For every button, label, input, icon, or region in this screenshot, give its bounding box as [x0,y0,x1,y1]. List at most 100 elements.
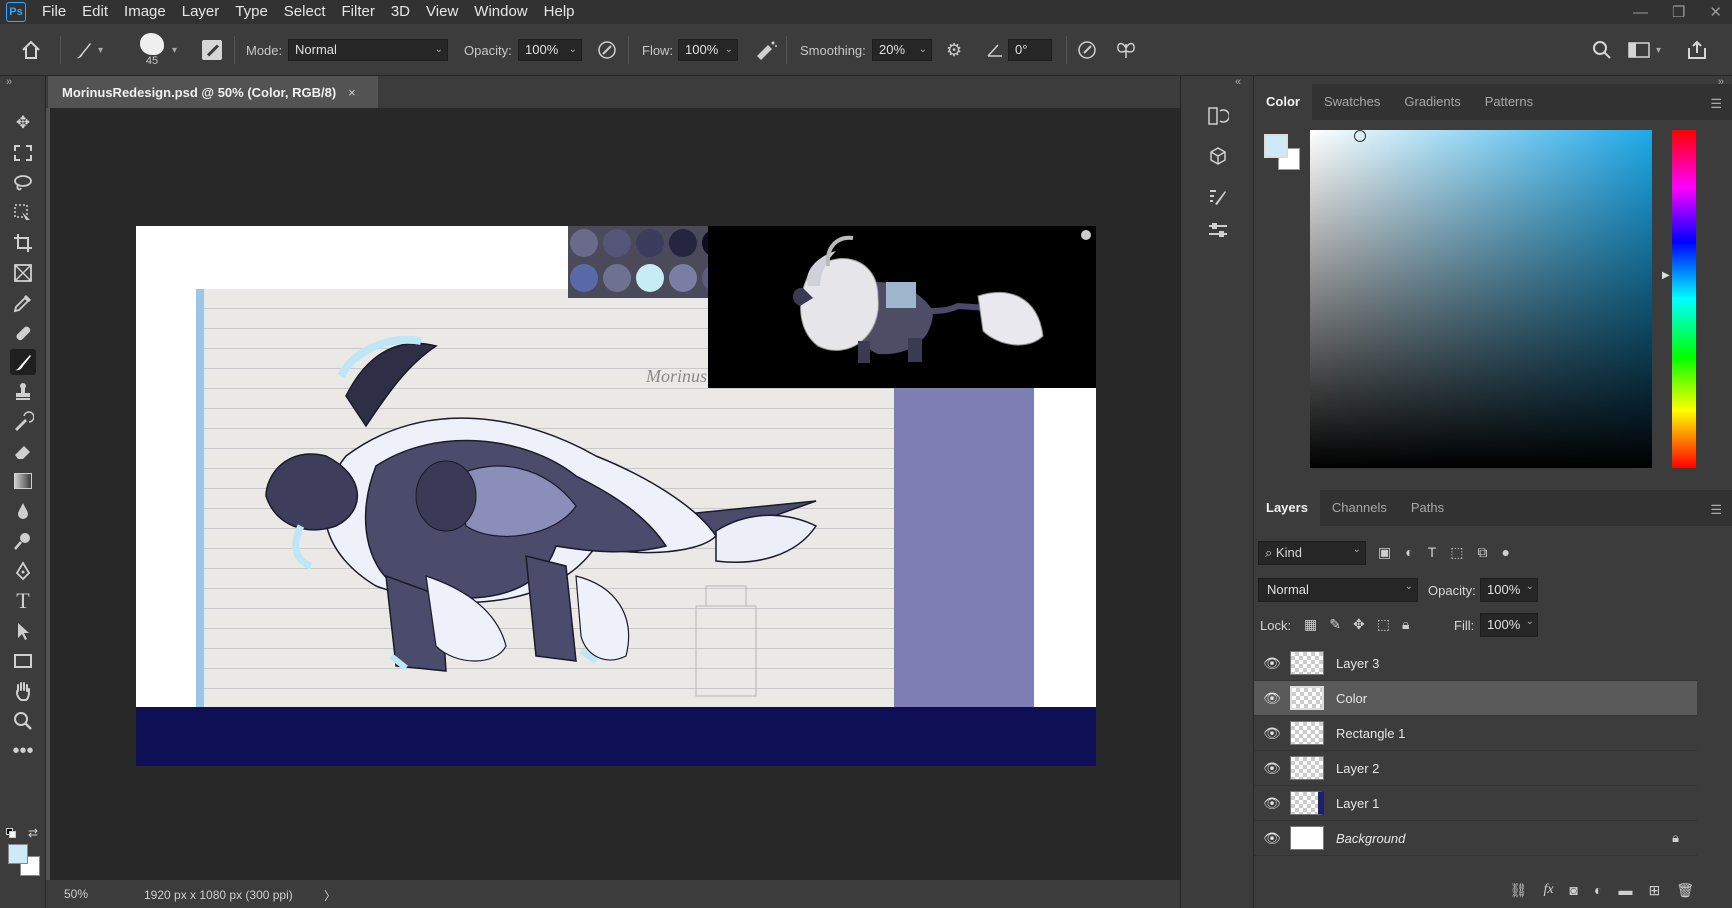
zoom-level[interactable]: 50% [64,887,88,901]
lock-transparency-icon[interactable]: ▦ [1304,616,1317,633]
panel-menu-icon[interactable]: ☰ [1710,96,1722,112]
healing-brush-tool[interactable] [10,320,36,346]
tab-color[interactable]: Color [1254,84,1312,120]
fill-field[interactable]: 100% ⌄ [1480,613,1538,637]
search-button[interactable] [1592,24,1612,76]
pixel-filter-icon[interactable]: ▣ [1378,544,1391,561]
brush-tool[interactable] [10,349,36,375]
shape-filter-icon[interactable]: ⬚ [1450,544,1463,561]
menu-window[interactable]: Window [466,0,535,24]
menu-layer[interactable]: Layer [174,0,228,24]
menu-view[interactable]: View [418,0,466,24]
chevron-down-icon[interactable]: ▾ [172,24,177,76]
angle-field[interactable]: 0° [1008,39,1052,61]
menu-type[interactable]: Type [227,0,276,24]
menu-filter[interactable]: Filter [334,0,383,24]
visibility-eye-icon[interactable]: 👁︎ [1254,795,1290,812]
workspace-switcher[interactable]: ▾ [1628,24,1661,76]
panel-menu-icon[interactable]: ☰ [1710,502,1722,518]
close-tab-icon[interactable]: × [348,85,356,100]
document-tab[interactable]: MorinusRedesign.psd @ 50% (Color, RGB/8)… [48,76,378,108]
tab-layers[interactable]: Layers [1254,490,1320,526]
tab-patterns[interactable]: Patterns [1473,84,1545,120]
eraser-tool[interactable] [10,438,36,464]
lock-pixels-icon[interactable]: ✎ [1329,616,1341,633]
share-button[interactable] [1686,24,1708,76]
smart-object-filter-icon[interactable]: ⧉ [1478,544,1488,561]
collapse-icon[interactable]: » [6,76,12,88]
trash-icon[interactable]: 🗑︎ [1676,882,1694,899]
menu-image[interactable]: Image [116,0,174,24]
minimize-icon[interactable]: — [1633,4,1648,21]
color-picker-swatches[interactable] [8,844,42,878]
hue-slider-handle[interactable]: ▶ [1662,270,1670,281]
mode-select[interactable]: Normal ⌄ [288,39,448,61]
marquee-tool[interactable] [10,140,36,166]
smoothing-field[interactable]: 20% ⌄ [872,39,932,61]
hand-tool[interactable] [10,678,36,704]
move-tool[interactable]: ✥ [10,110,36,136]
adjustment-layer-icon[interactable]: ◐ [1594,882,1602,898]
flow-field[interactable]: 100% ⌄ [678,39,738,61]
new-layer-icon[interactable]: ⊞ [1648,882,1660,899]
filter-toggle-icon[interactable]: ● [1502,544,1510,561]
collapse-icon[interactable]: « [1235,76,1241,88]
home-button[interactable] [20,24,42,76]
menu-edit[interactable]: Edit [74,0,116,24]
brush-settings-button[interactable] [202,24,222,76]
default-colors-icon[interactable] [6,828,16,838]
object-selection-tool[interactable] [10,200,36,226]
tab-paths[interactable]: Paths [1399,490,1456,526]
add-mask-icon[interactable]: ◙ [1570,882,1578,898]
gradient-tool[interactable] [10,468,36,494]
swap-colors-icon[interactable]: ⇄ [28,826,38,840]
layer-row[interactable]: 👁︎ Color [1254,681,1697,716]
menu-select[interactable]: Select [276,0,334,24]
dodge-tool[interactable] [10,528,36,554]
zoom-tool[interactable] [10,708,36,734]
close-icon[interactable]: ✕ [1709,3,1722,21]
brush-size-picker[interactable]: 45 [140,24,164,76]
blur-tool[interactable] [10,498,36,524]
3d-panel-button[interactable] [1203,142,1233,170]
color-picker-cursor[interactable] [1354,130,1366,142]
blend-mode-select[interactable]: Normal ⌄ [1258,578,1418,602]
layer-row[interactable]: 👁︎ Rectangle 1 [1254,716,1697,751]
frame-tool[interactable] [10,260,36,286]
adjustment-filter-icon[interactable]: ◐ [1405,544,1413,561]
document-canvas[interactable]: Morinus [136,226,1096,766]
history-brush-tool[interactable] [10,408,36,434]
layer-row[interactable]: 👁︎ Layer 1 [1254,786,1697,821]
visibility-eye-icon[interactable]: 👁︎ [1254,760,1290,777]
layer-opacity-field[interactable]: 100% ⌄ [1480,578,1538,602]
lock-artboard-icon[interactable]: ⬚ [1377,616,1390,633]
layer-row[interactable]: 👁︎ Layer 2 [1254,751,1697,786]
rectangle-tool[interactable] [10,648,36,674]
clone-stamp-tool[interactable] [10,378,36,404]
smoothing-settings-button[interactable]: ⚙ [946,24,962,76]
type-tool[interactable]: T [10,588,36,614]
lock-position-icon[interactable]: ✥ [1353,616,1365,633]
color-saturation-field[interactable] [1310,130,1652,468]
layer-row[interactable]: 👁︎ Background 🔒︎ [1254,821,1697,856]
path-selection-tool[interactable] [10,618,36,644]
fx-icon[interactable]: fx [1543,882,1553,898]
visibility-eye-icon[interactable]: 👁︎ [1254,690,1290,707]
brush-preset-picker[interactable]: ▾ [72,24,103,76]
edit-toolbar-button[interactable]: ••• [10,738,36,764]
pen-tool[interactable] [10,558,36,584]
symmetry-button[interactable] [1114,24,1138,76]
hue-slider[interactable] [1672,130,1696,468]
pressure-size-button[interactable] [1076,24,1098,76]
opacity-field[interactable]: 100% ⌄ [518,39,582,61]
pressure-opacity-button[interactable] [596,24,618,76]
menu-3d[interactable]: 3D [383,0,418,24]
adjustments-panel-button[interactable] [1203,216,1233,244]
lasso-tool[interactable] [10,170,36,196]
visibility-eye-icon[interactable]: 👁︎ [1254,830,1290,847]
new-group-icon[interactable]: ▬ [1618,882,1632,898]
status-menu-arrow-icon[interactable]: 〉 [324,887,336,904]
tab-channels[interactable]: Channels [1320,490,1399,526]
visibility-eye-icon[interactable]: 👁︎ [1254,725,1290,742]
foreground-swatch[interactable] [1264,134,1288,158]
